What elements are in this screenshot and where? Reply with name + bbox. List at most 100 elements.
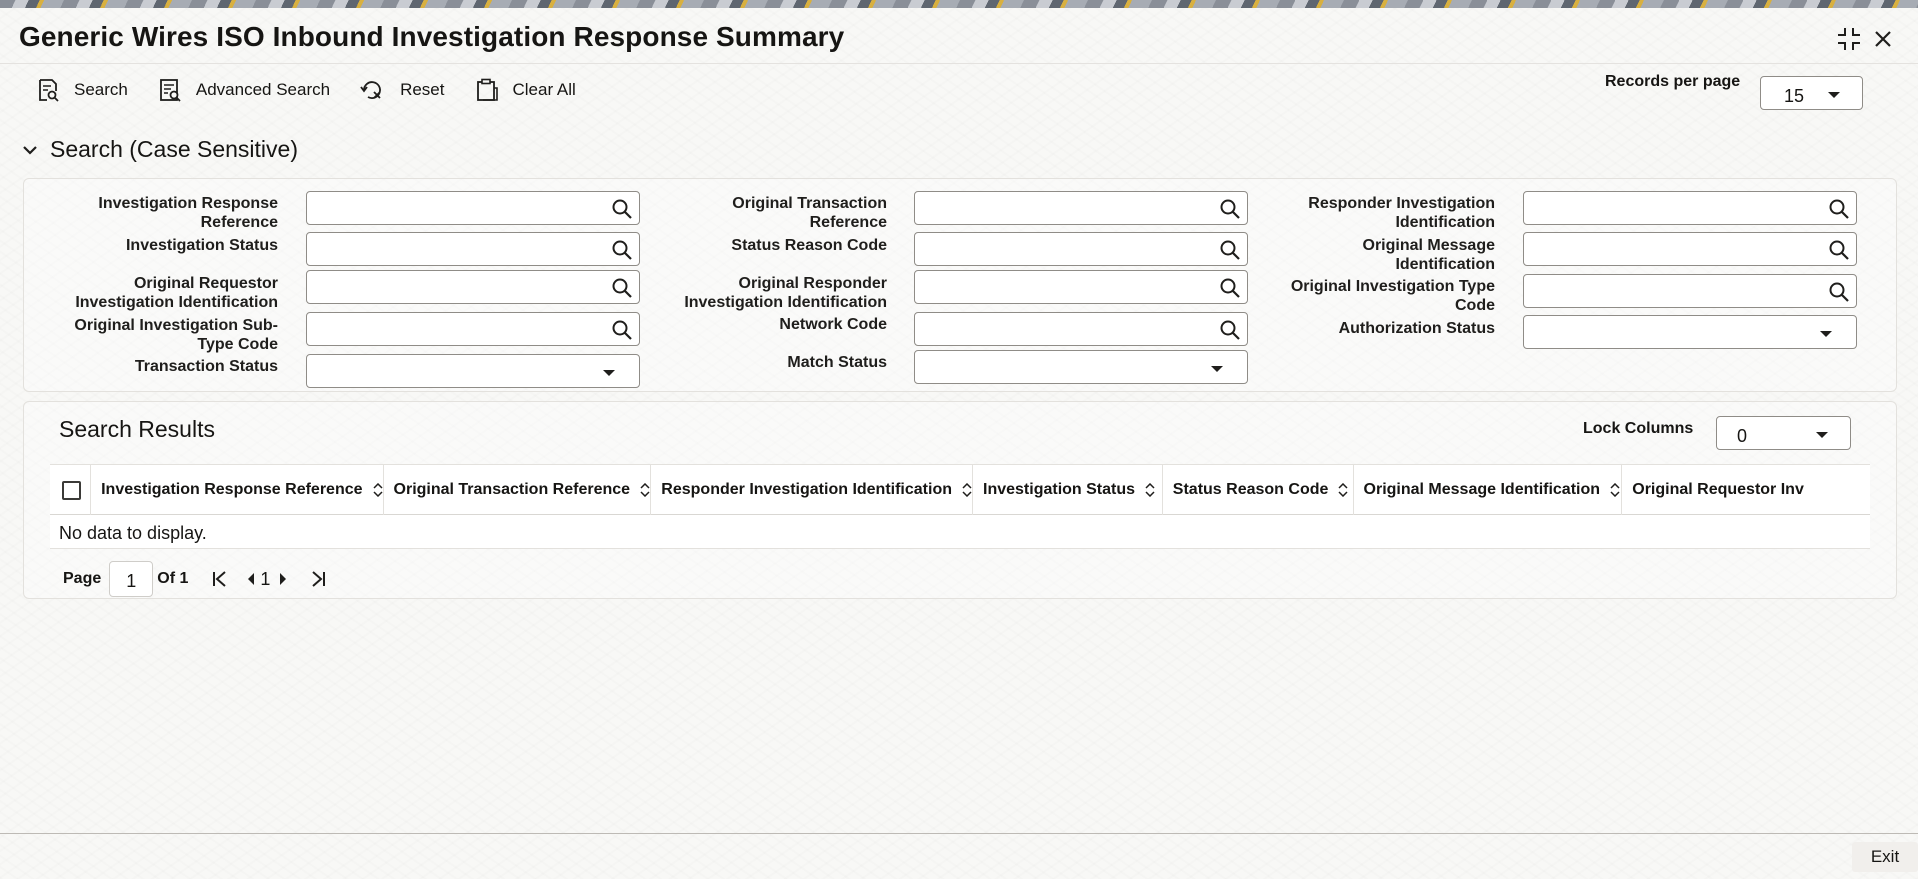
original-requestor-investigation-identification-input[interactable] <box>306 270 640 304</box>
reset-icon <box>360 81 381 99</box>
sort-icon <box>640 483 650 497</box>
original-investigation-type-code-input[interactable] <box>1523 274 1857 308</box>
search-icon[interactable] <box>611 277 633 304</box>
first-page-icon <box>213 571 227 587</box>
transaction-status-label: Transaction Status <box>134 358 278 375</box>
last-page-button[interactable] <box>310 570 326 588</box>
chevron-down-icon <box>23 145 37 155</box>
original-message-identification-input[interactable] <box>1523 232 1857 266</box>
search-icon[interactable] <box>1219 198 1241 225</box>
original-responder-investigation-identification-input[interactable] <box>914 270 1248 304</box>
page-number-input[interactable]: 1 <box>109 561 154 597</box>
original-transaction-reference-input[interactable] <box>914 191 1248 225</box>
column-header[interactable]: Status Reason Code <box>1163 465 1354 515</box>
label-line: Responder Investigation <box>1308 195 1495 212</box>
column-header-label: Investigation Status <box>983 481 1136 498</box>
label-line: Identification <box>1395 214 1495 231</box>
next-page-button[interactable] <box>278 572 288 586</box>
collapse-icon <box>1838 28 1860 50</box>
column-header-label: Original Transaction Reference <box>393 481 631 498</box>
column-header[interactable]: Original Requestor Inv <box>1622 465 1870 515</box>
page-title: Generic Wires ISO Inbound Investigation … <box>19 21 845 52</box>
original-investigation-type-code-label: Original Investigation Type Code <box>1250 277 1495 315</box>
lock-columns-select[interactable]: 0 <box>1716 416 1851 450</box>
advanced-search-button-label: Advanced Search <box>195 80 331 99</box>
exit-button[interactable]: Exit <box>1852 842 1918 872</box>
search-icon[interactable] <box>1828 239 1850 266</box>
reset-button[interactable]: Reset <box>360 78 445 102</box>
title-divider <box>0 63 1918 64</box>
sort-icon <box>1145 483 1155 497</box>
search-icon[interactable] <box>611 239 633 266</box>
column-header[interactable]: Original Message Identification <box>1354 465 1623 515</box>
label-line: Original Message <box>1362 237 1496 254</box>
next-page-icon <box>280 573 287 585</box>
status-reason-code-label: Status Reason Code <box>731 237 887 254</box>
investigation-response-reference-label: Investigation Response Reference <box>60 194 278 232</box>
network-code-input[interactable] <box>914 312 1248 346</box>
search-icon[interactable] <box>611 198 633 225</box>
sort-icon <box>1610 483 1620 497</box>
column-header[interactable]: Original Transaction Reference <box>384 465 652 515</box>
transaction-status-select[interactable] <box>306 354 640 388</box>
label-line: Identification <box>1395 256 1495 273</box>
original-requestor-investigation-identification-label: Original Requestor Investigation Identif… <box>40 274 278 312</box>
search-icon[interactable] <box>1219 319 1241 346</box>
label-line: Original Responder <box>738 275 887 292</box>
sort-icon <box>962 483 972 497</box>
search-icon[interactable] <box>611 319 633 346</box>
close-window-button[interactable] <box>1870 26 1896 52</box>
first-page-button[interactable] <box>212 570 228 588</box>
background-strip <box>0 0 1918 8</box>
close-icon <box>1875 31 1891 47</box>
label-line: Original Transaction <box>732 195 887 212</box>
results-table: Investigation Response Reference Origina… <box>50 464 1870 549</box>
search-icon[interactable] <box>1219 239 1241 266</box>
search-section-title: Search (Case Sensitive) <box>50 136 298 162</box>
label-line: Reference <box>809 214 887 231</box>
column-header-label: Original Requestor Inv <box>1632 481 1804 498</box>
match-status-select[interactable] <box>914 350 1248 384</box>
page-label: Page <box>63 570 102 587</box>
clear-all-button[interactable]: Clear All <box>475 78 576 102</box>
investigation-status-label: Investigation Status <box>125 237 278 254</box>
authorization-status-label: Authorization Status <box>1338 320 1495 337</box>
collapse-window-button[interactable] <box>1836 26 1862 52</box>
search-icon[interactable] <box>1219 277 1241 304</box>
previous-page-button[interactable] <box>246 572 256 586</box>
column-header-label: Investigation Response Reference <box>101 481 363 498</box>
last-page-icon <box>312 571 326 587</box>
original-investigation-sub-type-code-input[interactable] <box>306 312 640 346</box>
responder-investigation-identification-label: Responder Investigation Identification <box>1250 194 1495 232</box>
records-per-page-select[interactable]: 15 <box>1760 76 1863 110</box>
search-results-title: Search Results <box>59 416 215 442</box>
advanced-search-button[interactable]: Advanced Search <box>158 78 330 102</box>
search-icon[interactable] <box>1828 281 1850 308</box>
pagination: Page 1 Of 1 1 <box>63 561 326 597</box>
previous-page-icon <box>248 573 255 585</box>
clear-all-button-label: Clear All <box>512 80 576 99</box>
current-page-number: 1 <box>260 568 271 589</box>
column-header[interactable]: Investigation Response Reference <box>91 465 384 515</box>
chevron-down-icon <box>1816 432 1828 438</box>
column-header-label: Original Message Identification <box>1363 481 1601 498</box>
chevron-down-icon <box>1820 331 1832 337</box>
select-all-checkbox[interactable] <box>62 480 82 500</box>
records-per-page-value: 15 <box>1784 86 1805 106</box>
label-line: Reference <box>200 214 278 231</box>
select-all-cell <box>50 465 92 515</box>
search-button[interactable]: Search <box>36 78 128 102</box>
label-line: Investigation Identification <box>684 294 887 311</box>
search-icon[interactable] <box>1828 198 1850 225</box>
column-header[interactable]: Investigation Status <box>973 465 1163 515</box>
investigation-response-reference-input[interactable] <box>306 191 640 225</box>
responder-investigation-identification-input[interactable] <box>1523 191 1857 225</box>
column-header[interactable]: Responder Investigation Identification <box>651 465 973 515</box>
sort-icon <box>1338 483 1348 497</box>
status-reason-code-input[interactable] <box>914 232 1248 266</box>
sort-icon <box>372 483 383 497</box>
column-header-label: Responder Investigation Identification <box>661 481 952 498</box>
investigation-status-input[interactable] <box>306 232 640 266</box>
search-section-toggle[interactable]: Search (Case Sensitive) <box>22 136 298 163</box>
authorization-status-select[interactable] <box>1523 315 1857 349</box>
